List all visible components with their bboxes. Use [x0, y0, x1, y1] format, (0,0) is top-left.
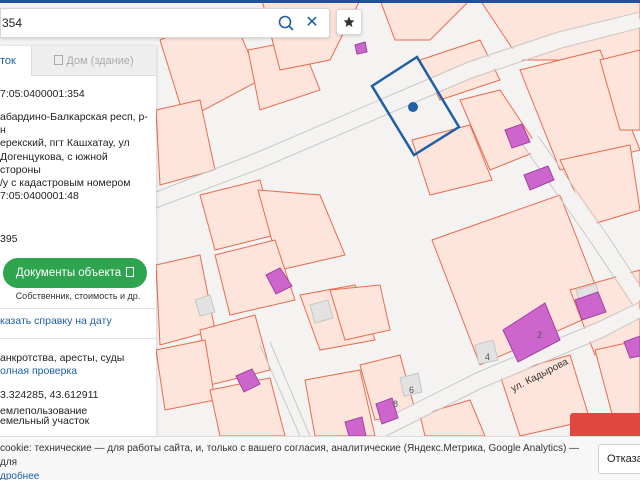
house-number: 2: [537, 330, 542, 340]
parcel[interactable]: [155, 339, 216, 411]
cadastral-number: 7:05:0400001:354: [0, 88, 85, 100]
address: абардино-Балкарская респ, р-н ерекский, …: [0, 111, 150, 203]
land-use: емлепользование: [0, 405, 88, 417]
area-value: 395: [0, 233, 18, 245]
cookie-message: cookie: технические — для работы сайта, …: [0, 443, 580, 468]
house-number: 4: [485, 352, 490, 362]
address-line: Догенцукова, с южной стороны: [0, 150, 108, 176]
divider: [0, 338, 156, 339]
cookie-more-link[interactable]: дробнее: [0, 471, 39, 480]
document-icon: [54, 55, 64, 65]
search-icon[interactable]: [277, 14, 295, 32]
search-input[interactable]: [1, 9, 271, 37]
tab-building[interactable]: Дом (здание): [32, 46, 156, 76]
object-documents-label: Документы объекта: [15, 267, 122, 279]
address-line: абардино-Балкарская респ, р-н: [0, 111, 148, 137]
house-number: 8: [393, 399, 398, 409]
full-check-link[interactable]: олная проверка: [0, 365, 77, 377]
top-accent-strip: [0, 0, 640, 3]
address-line: ерекский, пгт Кашхатау, ул: [0, 137, 130, 150]
address-line: 7:05:0400001:48: [0, 190, 79, 203]
panel-tabs: ток Дом (здание): [0, 46, 156, 76]
favorite-button[interactable]: [336, 9, 362, 35]
coordinates: 3.324285, 43.612911: [0, 389, 99, 401]
search-bar: ✕: [0, 8, 330, 38]
divider: [0, 308, 156, 309]
cookie-text: cookie: технические — для работы сайта, …: [0, 442, 590, 480]
documents-subtitle: Собственник, стоимость и др.: [15, 291, 141, 301]
cookie-banner: cookie: технические — для работы сайта, …: [0, 436, 640, 480]
selected-parcel-marker[interactable]: [408, 102, 418, 112]
object-info-panel: ток Дом (здание) 7:05:0400001:354 абарди…: [0, 46, 156, 436]
tab-building-label: Дом (здание): [66, 55, 134, 67]
certificate-link[interactable]: казать справку на дату: [0, 315, 112, 327]
bankruptcy-label: анкротства, аресты, суды: [0, 352, 125, 364]
close-icon[interactable]: ✕: [303, 14, 321, 32]
object-documents-button[interactable]: Документы объекта: [3, 258, 147, 288]
tab-parcel[interactable]: ток: [0, 46, 32, 76]
star-icon: [343, 16, 355, 27]
house-number: 6: [409, 385, 414, 395]
address-line: /у с кадастровым номером: [0, 177, 131, 190]
document-icon: [126, 267, 135, 277]
cookie-refuse-button[interactable]: Отказа: [598, 444, 640, 474]
